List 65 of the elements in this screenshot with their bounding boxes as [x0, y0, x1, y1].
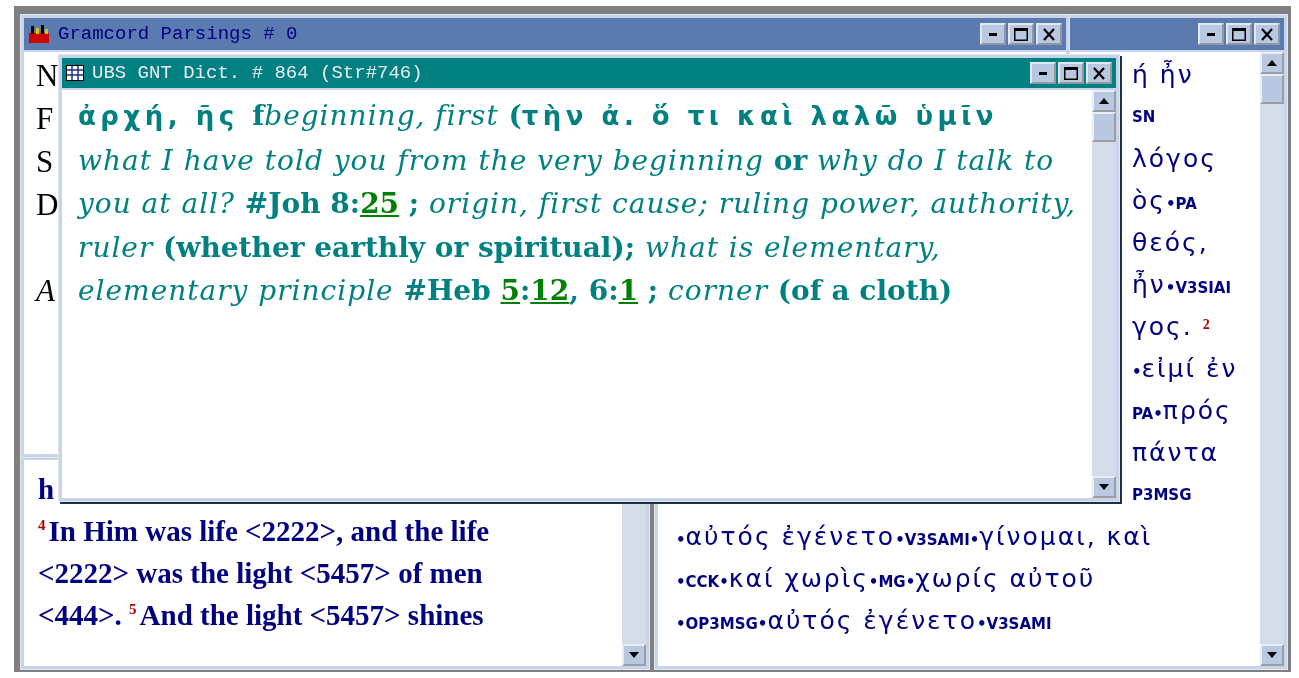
reference-link[interactable]: 12 — [530, 274, 570, 307]
minimize-button[interactable] — [1198, 23, 1224, 45]
scroll-up-button[interactable] — [1260, 52, 1284, 74]
maximize-icon — [1014, 27, 1028, 41]
down-arrow-icon — [629, 652, 639, 658]
minimize-icon — [1039, 71, 1047, 75]
maximize-button[interactable] — [1058, 62, 1084, 84]
grid-icon — [66, 65, 84, 81]
verse-text-line: h — [38, 472, 56, 507]
scroll-down-button[interactable] — [622, 644, 646, 666]
reference-link[interactable]: 1 — [618, 274, 639, 307]
parsing-line: ὸς•PA — [1132, 185, 1198, 217]
column-letter: D — [36, 186, 59, 224]
close-button[interactable] — [1036, 23, 1062, 45]
verse-text-line: $^{4}$In Him was life <2222>, and the life — [38, 514, 491, 549]
parsing-line: •αὐτός ἐγένετο•V3SAMI•γίνομαι, καὶ — [676, 521, 1154, 553]
parsing-line: P3MSG — [1132, 485, 1193, 506]
scroll-down-button[interactable] — [1260, 644, 1284, 666]
up-arrow-icon — [1099, 98, 1109, 104]
scrollbar[interactable] — [1260, 52, 1284, 666]
close-button[interactable] — [1086, 62, 1112, 84]
reference-link[interactable]: 25 — [360, 187, 400, 220]
maximize-button[interactable] — [1226, 23, 1252, 45]
scroll-thumb[interactable] — [1092, 112, 1116, 142]
parsing-line: ἦν•V3SIAI — [1132, 269, 1233, 301]
close-icon — [1261, 27, 1273, 41]
maximize-icon — [1232, 27, 1246, 41]
column-letter: N — [36, 57, 59, 95]
app-icon — [28, 24, 50, 44]
dictionary-entry: ἀρχή, ῆς fbeginning, first (τὴν ἀ. ὅ τι καὶ λαλῶ ὑμῖν what I have told you from the very beginning or why do I talk to you at all? #Joh 8:25 ; origin, first cause; ruling power, authority, ruler (whether earthly or spiritual); what is elementary, elementary principle #Heb 5:12, 6:1 ; corner (of a cloth) — [78, 98, 1077, 309]
minimize-button[interactable] — [980, 23, 1006, 45]
maximize-button[interactable] — [1008, 23, 1034, 45]
scroll-up-button[interactable] — [1092, 90, 1116, 112]
down-arrow-icon — [1099, 484, 1109, 490]
parsing-line: PA•πρός — [1132, 395, 1233, 427]
parsing-line: SN — [1132, 107, 1157, 128]
column-letter: A — [36, 272, 55, 310]
parsing-line: πάντα — [1132, 437, 1221, 469]
parsing-line: •CCK•καί χωρὶς•MG•χωρίς αὐτοῦ — [676, 563, 1097, 595]
parsing-line: ή ἦν — [1132, 59, 1195, 91]
parsing-line: λόγος — [1132, 143, 1218, 175]
parsing-line: •εἰμί ἐν — [1132, 353, 1239, 385]
scrollbar[interactable] — [622, 504, 646, 666]
verse-text-line: <2222> was the light <5457> of men — [38, 556, 484, 591]
down-arrow-icon — [1267, 652, 1277, 658]
scroll-down-button[interactable] — [1092, 476, 1116, 498]
scroll-thumb[interactable] — [1260, 74, 1284, 104]
up-arrow-icon — [1267, 60, 1277, 66]
minimize-icon — [989, 32, 997, 36]
minimize-button[interactable] — [1030, 62, 1056, 84]
close-icon — [1093, 66, 1105, 80]
window-title: Gramcord Parsings # 0 — [58, 23, 298, 45]
minimize-icon — [1207, 32, 1215, 36]
column-letter: S — [36, 143, 54, 181]
parsing-line: •OP3MSG•αὐτός ἐγένετο•V3SAMI — [676, 605, 1053, 637]
window-title: UBS GNT Dict. # 864 (Str#746) — [92, 62, 423, 84]
parsing-line: θεός, — [1132, 227, 1210, 259]
close-button[interactable] — [1254, 23, 1280, 45]
column-letter: F — [36, 100, 54, 138]
reference-link[interactable]: 5 — [500, 274, 520, 307]
close-icon — [1043, 27, 1055, 41]
scrollbar[interactable] — [1092, 90, 1116, 498]
verse-text-line: <444>. $^{5}$And the light <5457> shines — [38, 598, 485, 633]
maximize-icon — [1064, 66, 1078, 80]
parsing-line: γος. $^{2}$ — [1132, 311, 1211, 343]
